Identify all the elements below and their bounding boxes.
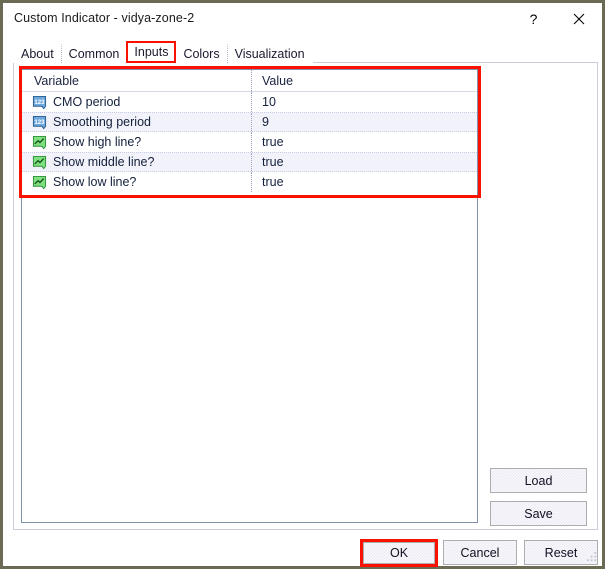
inputs-list-box[interactable]: Variable Value 123 CMO period 10 123 Smo… <box>21 69 478 523</box>
close-button[interactable] <box>556 3 601 34</box>
column-separator <box>251 92 253 112</box>
title-bar: Custom Indicator - vidya-zone-2 ? <box>3 3 602 35</box>
column-header-variable[interactable]: Variable <box>22 74 251 88</box>
tab-inputs[interactable]: Inputs <box>126 41 177 63</box>
row-value-label: 10 <box>262 95 276 109</box>
svg-text:123: 123 <box>34 99 45 106</box>
tab-about-label: About <box>21 47 54 61</box>
row-variable-cell[interactable]: 123 Smoothing period <box>22 115 251 130</box>
table-row[interactable]: Show high line? true <box>22 132 477 152</box>
table-row[interactable]: Show middle line? true <box>22 152 477 172</box>
resize-grip-icon[interactable] <box>587 552 598 563</box>
tab-strip: About Common Inputs Colors Visualization <box>13 41 313 63</box>
row-value-label: true <box>262 175 284 189</box>
column-separator <box>251 172 253 192</box>
close-icon <box>573 13 584 24</box>
row-variable-label: Show low line? <box>53 175 137 189</box>
row-variable-label: CMO period <box>53 95 121 109</box>
boolean-type-icon <box>32 175 47 189</box>
row-value-cell[interactable]: 10 <box>251 95 477 109</box>
question-mark-icon: ? <box>529 10 538 27</box>
column-separator[interactable] <box>251 70 253 91</box>
table-row[interactable]: 123 CMO period 10 <box>22 92 477 112</box>
column-separator <box>251 132 253 152</box>
boolean-type-icon <box>32 135 47 149</box>
row-value-label: true <box>262 155 284 169</box>
window-title: Custom Indicator - vidya-zone-2 <box>14 11 195 25</box>
row-value-label: 9 <box>262 115 269 129</box>
table-row[interactable]: 123 Smoothing period 9 <box>22 112 477 132</box>
tab-about[interactable]: About <box>13 44 62 63</box>
table-row[interactable]: Show low line? true <box>22 172 477 192</box>
help-button[interactable]: ? <box>511 3 556 34</box>
grid-header-row: Variable Value <box>22 70 477 92</box>
column-separator <box>251 153 253 171</box>
tab-common-label: Common <box>68 47 120 61</box>
ok-button-label: OK <box>389 546 409 560</box>
row-value-cell[interactable]: 9 <box>251 115 477 129</box>
row-variable-label: Show high line? <box>53 135 142 149</box>
row-value-cell[interactable]: true <box>251 135 477 149</box>
inputs-grid: Variable Value 123 CMO period 10 123 Smo… <box>22 70 477 192</box>
tab-colors-label: Colors <box>183 47 220 61</box>
custom-indicator-dialog: Custom Indicator - vidya-zone-2 ? About … <box>0 0 605 569</box>
column-header-value-label: Value <box>262 73 294 88</box>
load-button-label: Load <box>524 473 553 488</box>
tab-inputs-label: Inputs <box>134 45 169 59</box>
row-value-label: true <box>262 135 284 149</box>
save-button-label: Save <box>524 506 553 521</box>
svg-text:123: 123 <box>34 119 45 126</box>
row-value-cell[interactable]: true <box>251 175 477 189</box>
row-variable-cell[interactable]: Show low line? <box>22 175 251 190</box>
cancel-button-label: Cancel <box>460 545 500 560</box>
row-variable-cell[interactable]: Show high line? <box>22 135 251 150</box>
row-value-cell[interactable]: true <box>251 155 477 169</box>
integer-type-icon: 123 <box>32 115 47 129</box>
tab-visualization[interactable]: Visualization <box>226 44 313 63</box>
tab-colors[interactable]: Colors <box>175 44 228 63</box>
cancel-button[interactable]: Cancel <box>443 540 517 565</box>
integer-type-icon: 123 <box>32 95 47 109</box>
save-button[interactable]: Save <box>490 501 587 526</box>
column-header-variable-label: Variable <box>34 73 79 88</box>
column-header-value[interactable]: Value <box>251 74 477 88</box>
row-variable-label: Smoothing period <box>53 115 151 129</box>
column-separator <box>251 113 253 131</box>
tab-visualization-label: Visualization <box>234 47 305 61</box>
ok-button[interactable]: OK <box>363 542 435 564</box>
load-button[interactable]: Load <box>490 468 587 493</box>
row-variable-cell[interactable]: Show middle line? <box>22 155 251 170</box>
row-variable-label: Show middle line? <box>53 155 155 169</box>
boolean-type-icon <box>32 155 47 169</box>
reset-button-label: Reset <box>544 545 578 560</box>
row-variable-cell[interactable]: 123 CMO period <box>22 95 251 110</box>
tab-common[interactable]: Common <box>60 44 128 63</box>
